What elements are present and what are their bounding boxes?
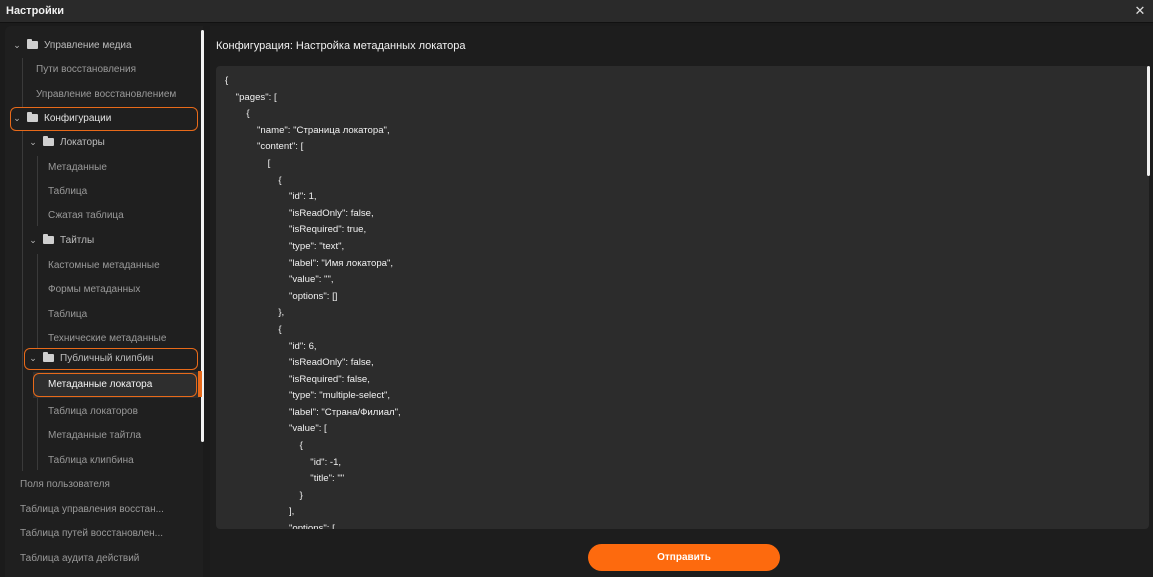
chevron-down-icon: ⌄ xyxy=(29,136,37,147)
submit-button[interactable]: Отправить xyxy=(588,544,780,571)
sidebar-item-label: Таблица путей восстановлен... xyxy=(20,527,164,539)
json-editor-content[interactable]: { "pages": [ { "name": "Страница локатор… xyxy=(216,66,1149,529)
sidebar-item-media-management[interactable]: ⌄ Управление медиа xyxy=(12,34,132,56)
sidebar-item-compressed-table[interactable]: Сжатая таблица xyxy=(48,204,124,226)
chevron-down-icon: ⌄ xyxy=(13,112,21,123)
sidebar-item-label: Метаданные тайтла xyxy=(48,429,142,441)
tree-guide-line xyxy=(22,58,23,108)
sidebar-item-titles-table[interactable]: Таблица xyxy=(48,303,87,325)
sidebar-item-label: Технические метаданные xyxy=(48,332,167,344)
chevron-down-icon: ⌄ xyxy=(13,39,21,50)
sidebar-item-locators[interactable]: ⌄ Локаторы xyxy=(28,131,105,153)
sidebar-item-label: Конфигурации xyxy=(44,112,112,124)
window-title: Настройки xyxy=(6,5,65,17)
close-icon[interactable]: ✕ xyxy=(1133,4,1147,18)
sidebar-item-public-clipbin[interactable]: ⌄ Публичный клипбин xyxy=(28,347,153,369)
selection-marker xyxy=(198,371,202,397)
sidebar-item-action-audit-table[interactable]: Таблица аудита действий xyxy=(20,547,139,569)
sidebar-item-metadata-forms[interactable]: Формы метаданных xyxy=(48,278,140,300)
sidebar-item-metadata[interactable]: Метаданные xyxy=(48,156,107,178)
sidebar-item-label: Поля пользователя xyxy=(20,478,110,490)
folder-icon xyxy=(43,234,54,244)
sidebar-item-label: Таблица управления восстан... xyxy=(20,503,164,515)
sidebar-item-label: Тайтлы xyxy=(60,234,95,246)
folder-icon xyxy=(43,136,54,146)
chevron-down-icon: ⌄ xyxy=(29,234,37,245)
sidebar-item-label: Локаторы xyxy=(60,136,105,148)
tree-guide-line xyxy=(37,254,38,348)
sidebar-item-custom-metadata[interactable]: Кастомные метаданные xyxy=(48,254,160,276)
title-bar: Настройки ✕ xyxy=(0,0,1153,23)
sidebar-item-locators-table[interactable]: Таблица локаторов xyxy=(48,400,138,422)
sidebar-item-label: Таблица аудита действий xyxy=(20,552,140,564)
sidebar-item-configurations[interactable]: ⌄ Конфигурации xyxy=(12,107,111,129)
editor-scrollbar[interactable] xyxy=(1147,66,1150,176)
sidebar-item-label: Метаданные локатора xyxy=(48,378,153,390)
sidebar-item-label: Таблица локаторов xyxy=(48,405,138,417)
sidebar-item-label: Таблица xyxy=(48,308,88,320)
json-editor[interactable]: { "pages": [ { "name": "Страница локатор… xyxy=(216,66,1149,529)
sidebar-item-restore-paths-table[interactable]: Таблица путей восстановлен... xyxy=(20,522,163,544)
sidebar-item-user-fields[interactable]: Поля пользователя xyxy=(20,473,110,495)
sidebar-item-titles[interactable]: ⌄ Тайтлы xyxy=(28,229,94,251)
sidebar-item-technical-metadata[interactable]: Технические метаданные xyxy=(48,327,166,349)
sidebar-item-restore-management-table[interactable]: Таблица управления восстан... xyxy=(20,498,164,520)
sidebar-item-label: Управление медиа xyxy=(44,39,132,51)
folder-icon xyxy=(27,112,38,122)
sidebar-item-label: Сжатая таблица xyxy=(48,209,124,221)
chevron-down-icon: ⌄ xyxy=(29,352,37,363)
folder-icon xyxy=(27,39,38,49)
sidebar-item-label: Пути восстановления xyxy=(36,63,137,75)
tree-guide-line xyxy=(22,131,23,471)
sidebar-item-table[interactable]: Таблица xyxy=(48,180,87,202)
tree-guide-line xyxy=(37,156,38,226)
sidebar-item-label: Метаданные xyxy=(48,161,107,173)
sidebar-item-locator-metadata[interactable]: Метаданные локатора xyxy=(48,373,152,395)
sidebar-item-clipbin-table[interactable]: Таблица клипбина xyxy=(48,449,134,471)
sidebar-item-label: Кастомные метаданные xyxy=(48,259,160,271)
sidebar-item-label: Таблица xyxy=(48,185,88,197)
folder-icon xyxy=(43,352,54,362)
sidebar-item-label: Формы метаданных xyxy=(48,283,141,295)
sidebar-item-label: Управление восстановлением xyxy=(36,88,177,100)
sidebar-item-restore-paths[interactable]: Пути восстановления xyxy=(36,58,136,80)
sidebar-item-label: Публичный клипбин xyxy=(60,352,154,364)
sidebar-item-label: Таблица клипбина xyxy=(48,454,134,466)
page-title: Конфигурация: Настройка метаданных локат… xyxy=(216,40,466,52)
sidebar-item-title-metadata[interactable]: Метаданные тайтла xyxy=(48,424,141,446)
sidebar-item-restore-management[interactable]: Управление восстановлением xyxy=(36,83,176,105)
